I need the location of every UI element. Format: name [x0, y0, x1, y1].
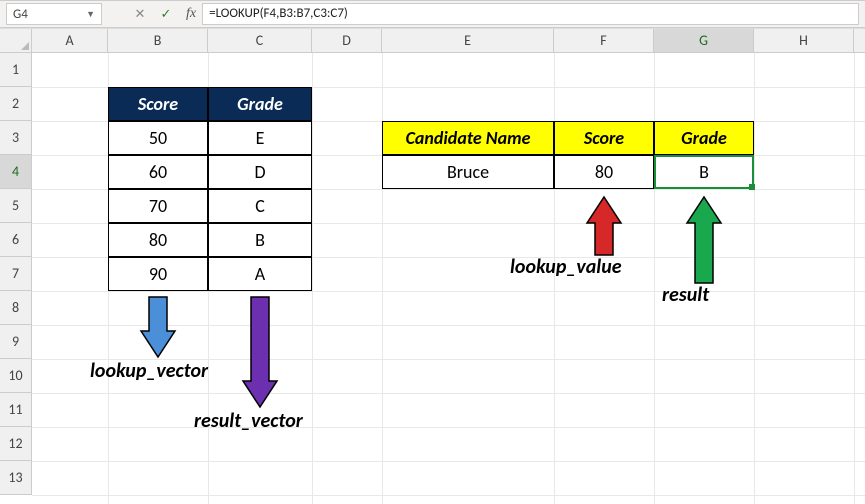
cand-header-grade[interactable]: Grade [654, 121, 754, 155]
cand-grade-active-cell[interactable]: B [654, 155, 754, 189]
lookup-header-score[interactable]: Score [108, 87, 208, 121]
cand-header-score[interactable]: Score [554, 121, 654, 155]
row-header-6[interactable]: 6 [0, 223, 32, 257]
col-header-B[interactable]: B [108, 29, 208, 52]
cand-header-name[interactable]: Candidate Name [382, 121, 554, 155]
col-header-H[interactable]: H [754, 29, 854, 52]
lookup-grade-4[interactable]: A [208, 257, 312, 291]
cand-name[interactable]: Bruce [382, 155, 554, 189]
lookup-grade-0[interactable]: E [208, 121, 312, 155]
col-header-A[interactable]: A [32, 29, 108, 52]
row-header-2[interactable]: 2 [0, 87, 32, 121]
row-header-8[interactable]: 8 [0, 291, 32, 325]
arrow-lookup-value [582, 195, 626, 259]
row-header-5[interactable]: 5 [0, 189, 32, 223]
lookup-score-1[interactable]: 60 [108, 155, 208, 189]
lookup-header-grade[interactable]: Grade [208, 87, 312, 121]
select-all-corner[interactable] [0, 29, 32, 53]
label-result: result [662, 283, 709, 307]
col-header-F[interactable]: F [554, 29, 654, 52]
row-header-13[interactable]: 13 [0, 461, 32, 495]
arrow-result [682, 195, 726, 287]
row-header-1[interactable]: 1 [0, 53, 32, 87]
row-header-11[interactable]: 11 [0, 393, 32, 427]
row-headers: 12345678910111213 [0, 53, 32, 495]
row-header-12[interactable]: 12 [0, 427, 32, 461]
cand-score[interactable]: 80 [554, 155, 654, 189]
row-header-3[interactable]: 3 [0, 121, 32, 155]
grid-area[interactable]: ScoreGrade50E60D70C80B90ACandidate NameS… [32, 53, 865, 504]
name-box-value: G4 [13, 7, 28, 22]
lookup-score-0[interactable]: 50 [108, 121, 208, 155]
col-header-C[interactable]: C [208, 29, 312, 52]
row-header-9[interactable]: 9 [0, 325, 32, 359]
lookup-grade-1[interactable]: D [208, 155, 312, 189]
lookup-score-4[interactable]: 90 [108, 257, 208, 291]
fx-icon[interactable]: fx [186, 6, 196, 22]
label-lookup-value: lookup_value [510, 255, 622, 279]
name-box[interactable]: G4 ▼ [6, 3, 102, 25]
row-header-4[interactable]: 4 [0, 155, 32, 189]
lookup-grade-3[interactable]: B [208, 223, 312, 257]
row-header-10[interactable]: 10 [0, 359, 32, 393]
label-lookup-vector: lookup_vector [90, 359, 208, 383]
spreadsheet-grid[interactable]: ABCDEFGH 12345678910111213 ScoreGrade50E… [0, 28, 865, 504]
formula-tools: ✕ ✓ fx [132, 6, 202, 22]
lookup-grade-2[interactable]: C [208, 189, 312, 223]
fill-handle[interactable] [749, 184, 755, 190]
enter-formula-icon: ✓ [158, 7, 174, 22]
formula-bar[interactable]: =LOOKUP(F4,B3:B7,C3:C7) [202, 3, 859, 25]
formula-bar-row: G4 ▼ ✕ ✓ fx =LOOKUP(F4,B3:B7,C3:C7) [0, 0, 865, 28]
arrow-result-vector [238, 295, 282, 411]
label-result-vector: result_vector [194, 409, 303, 433]
arrow-lookup-vector [136, 295, 180, 361]
cancel-formula-icon: ✕ [132, 7, 148, 22]
col-header-G[interactable]: G [654, 29, 754, 52]
col-header-D[interactable]: D [312, 29, 382, 52]
lookup-score-2[interactable]: 70 [108, 189, 208, 223]
chevron-down-icon: ▼ [86, 9, 95, 20]
col-header-E[interactable]: E [382, 29, 554, 52]
column-headers: ABCDEFGH [32, 29, 865, 53]
lookup-score-3[interactable]: 80 [108, 223, 208, 257]
row-header-7[interactable]: 7 [0, 257, 32, 291]
